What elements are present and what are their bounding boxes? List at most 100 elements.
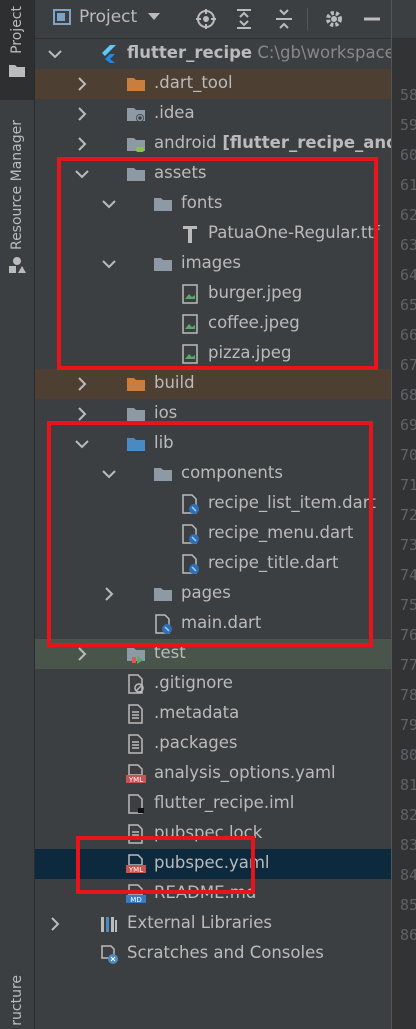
- line-number: 85: [400, 896, 416, 914]
- tree-row-build[interactable]: build: [35, 369, 391, 399]
- tree-item-name: External Libraries: [127, 913, 272, 932]
- tree-item-label: .idea: [154, 103, 195, 122]
- test-folder-icon: [127, 648, 145, 664]
- chevron-right-icon[interactable]: [74, 376, 90, 392]
- tree-row-idea[interactable]: .idea: [35, 99, 391, 129]
- excluded-folder-icon: [127, 378, 145, 391]
- chevron-right-icon[interactable]: [74, 136, 90, 152]
- gutter-header: [392, 0, 416, 38]
- structure-tab-label: ructure: [9, 975, 25, 1026]
- svg-text:YML: YML: [128, 776, 143, 784]
- tree-item-label: flutter_recipe.iml: [154, 793, 294, 812]
- line-number: 86: [400, 926, 416, 944]
- tree-item-label: analysis_options.yaml: [154, 763, 336, 782]
- text-file-icon: [128, 704, 143, 724]
- line-number: 74: [400, 566, 416, 584]
- tree-item-label: .metadata: [154, 703, 239, 722]
- iml-file-icon: [128, 794, 144, 814]
- flutter-icon: [102, 45, 116, 63]
- tree-row-metadata[interactable]: .metadata: [35, 699, 391, 729]
- chevron-right-icon[interactable]: [74, 76, 90, 92]
- project-view-label: Project: [79, 7, 138, 27]
- tree-item-name: .dart_tool: [154, 73, 233, 92]
- tree-item-label: External Libraries: [127, 913, 272, 932]
- dropdown-arrow-icon: [148, 13, 161, 20]
- hide-icon[interactable]: [361, 8, 383, 30]
- svg-text:MD: MD: [130, 896, 141, 904]
- tree-row-android[interactable]: android [flutter_recipe_android]: [35, 129, 391, 159]
- tree-item-label: Scratches and Consoles: [127, 943, 324, 962]
- tree-item-label: ios: [154, 403, 177, 422]
- structure-tool-tab[interactable]: ructure: [0, 975, 34, 1029]
- tree-item-label: android [flutter_recipe_android]: [154, 133, 391, 152]
- module-name: [flutter_recipe_android]: [222, 133, 391, 152]
- project-tab-label: Project: [9, 6, 25, 54]
- tree-row-scratches-and-consoles[interactable]: Scratches and Consoles: [35, 939, 391, 969]
- collapse-all-icon[interactable]: [273, 8, 295, 30]
- line-number: 72: [400, 506, 416, 524]
- line-number: 80: [400, 746, 416, 764]
- line-number: 84: [400, 866, 416, 884]
- line-number: 71: [400, 476, 416, 494]
- shapes-icon: [9, 257, 26, 274]
- tree-row-packages[interactable]: .packages: [35, 729, 391, 759]
- tree-item-name: flutter_recipe: [127, 43, 253, 62]
- line-number: 63: [400, 236, 416, 254]
- project-path: C:\gb\workspace\f: [252, 43, 391, 62]
- tree-row-dart-tool[interactable]: .dart_tool: [35, 69, 391, 99]
- android-folder-icon: [127, 138, 145, 152]
- tree-row-analysis-options-yaml[interactable]: YML analysis_options.yaml: [35, 759, 391, 789]
- folder-icon: [9, 64, 25, 77]
- scratches-icon: [101, 945, 118, 964]
- line-number: 82: [400, 806, 416, 824]
- tree-item-name: ios: [154, 403, 178, 422]
- locate-icon[interactable]: [195, 8, 217, 30]
- chevron-down-icon[interactable]: [47, 46, 63, 62]
- line-number: 75: [400, 596, 416, 614]
- line-number: 81: [400, 776, 416, 794]
- tree-item-name: android: [154, 133, 217, 152]
- chevron-right-icon[interactable]: [47, 916, 63, 932]
- tree-item-name: .packages: [154, 733, 238, 752]
- tree-item-name: .gitignore: [154, 673, 233, 692]
- project-tool-tab[interactable]: Project: [0, 0, 34, 100]
- tree-row-flutter-recipe-iml[interactable]: flutter_recipe.iml: [35, 789, 391, 819]
- project-toolbar: Project: [35, 0, 416, 39]
- line-number: 64: [400, 266, 416, 284]
- lib-highlight-box: [47, 421, 373, 647]
- line-number: 78: [400, 686, 416, 704]
- yaml-file-icon: YML: [126, 764, 146, 784]
- line-number: 67: [400, 356, 416, 374]
- line-number: 69: [400, 416, 416, 434]
- chevron-right-icon[interactable]: [74, 406, 90, 422]
- tree-item-name: build: [154, 373, 195, 392]
- tree-item-name: Scratches and Consoles: [127, 943, 324, 962]
- line-number: 58: [400, 86, 416, 104]
- ignore-file-icon: [128, 674, 144, 694]
- expand-all-icon[interactable]: [233, 8, 255, 30]
- line-number: 68: [400, 386, 416, 404]
- resource-manager-tool-tab[interactable]: Resource Manager: [0, 120, 34, 295]
- excluded-folder-icon: [127, 78, 145, 91]
- tree-item-name: flutter_recipe.iml: [154, 793, 295, 812]
- chevron-right-icon[interactable]: [74, 646, 90, 662]
- chevron-right-icon[interactable]: [74, 106, 90, 122]
- line-number: 83: [400, 836, 416, 854]
- tree-row-flutter-recipe[interactable]: flutter_recipe C:\gb\workspace\f: [35, 39, 391, 69]
- line-number: 60: [400, 146, 416, 164]
- line-number: 59: [400, 116, 416, 134]
- line-number: 65: [400, 296, 416, 314]
- tree-row-gitignore[interactable]: .gitignore: [35, 669, 391, 699]
- tree-item-label: .dart_tool: [154, 73, 233, 92]
- gear-icon[interactable]: [323, 8, 345, 30]
- line-number: 61: [400, 176, 416, 194]
- project-view-icon: [53, 9, 71, 25]
- tree-row-external-libraries[interactable]: External Libraries: [35, 909, 391, 939]
- tree-item-label: flutter_recipe C:\gb\workspace\f: [127, 43, 391, 62]
- tree-item-name: .metadata: [154, 703, 240, 722]
- project-view-selector[interactable]: Project: [53, 7, 161, 27]
- resource-manager-tab-label: Resource Manager: [9, 120, 25, 251]
- tree-item-name: analysis_options.yaml: [154, 763, 336, 782]
- assets-highlight-box: [57, 157, 378, 370]
- line-number: 79: [400, 716, 416, 734]
